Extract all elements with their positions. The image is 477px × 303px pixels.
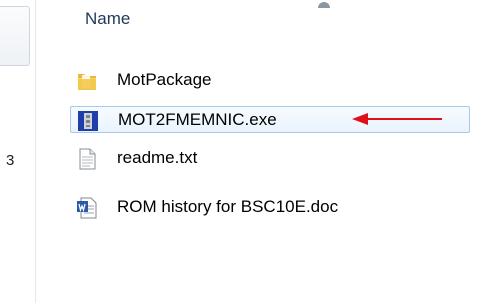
navigation-pane-tab[interactable]	[0, 6, 30, 66]
sort-indicator-icon	[318, 2, 330, 8]
file-name: MOT2FMEMNIC.exe	[118, 110, 277, 129]
navigation-pane: 3	[0, 0, 36, 303]
name-column-header[interactable]: Name	[85, 9, 130, 29]
file-row-motpackage[interactable]: MotPackage	[70, 67, 430, 94]
file-row-readme-txt[interactable]: readme.txt	[70, 145, 430, 172]
navigation-pane-glyph: 3	[6, 152, 15, 169]
file-name: readme.txt	[117, 148, 198, 167]
file-name: MotPackage	[117, 70, 212, 89]
text-file-icon	[79, 148, 96, 170]
folder-icon	[78, 74, 96, 90]
file-row-rom-history-doc[interactable]: ROM history for BSC10E.doc	[70, 194, 430, 221]
exe-icon	[78, 111, 98, 131]
red-arrow-annotation	[352, 113, 442, 125]
file-name: ROM history for BSC10E.doc	[117, 197, 339, 216]
word-doc-icon	[77, 197, 97, 219]
